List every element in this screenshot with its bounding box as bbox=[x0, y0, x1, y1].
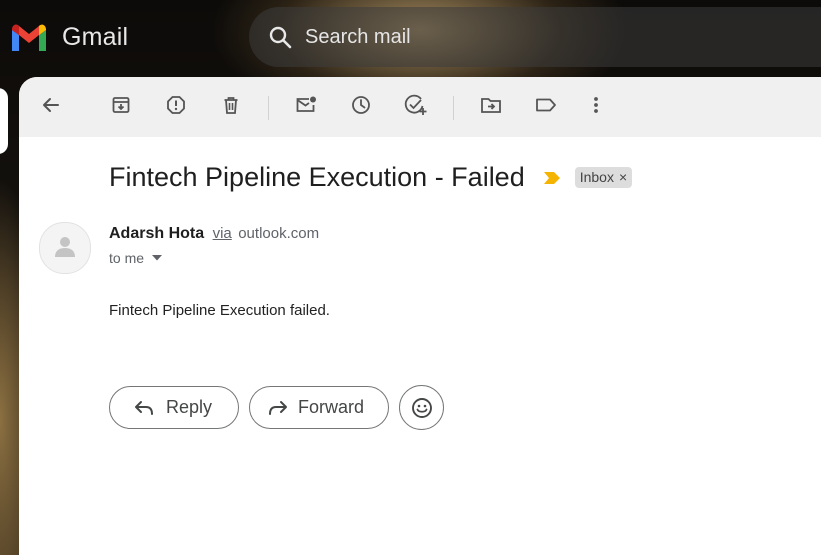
default-person-icon bbox=[52, 233, 78, 264]
emoji-reaction-button[interactable] bbox=[399, 385, 444, 430]
message-panel: Fintech Pipeline Execution - Failed Inbo… bbox=[19, 77, 821, 555]
message-body: Fintech Pipeline Execution failed. bbox=[109, 302, 330, 319]
forward-label: Forward bbox=[298, 397, 365, 417]
gmail-logo[interactable]: Gmail bbox=[10, 22, 128, 52]
subject-title: Fintech Pipeline Execution - Failed bbox=[109, 162, 525, 192]
add-to-tasks-button[interactable] bbox=[399, 90, 433, 124]
snooze-icon bbox=[351, 95, 371, 120]
reply-icon bbox=[134, 400, 154, 416]
message-toolbar bbox=[19, 77, 821, 137]
reply-label: Reply bbox=[166, 397, 213, 417]
avatar[interactable] bbox=[39, 222, 91, 274]
move-to-icon bbox=[480, 95, 502, 120]
subject-row: Fintech Pipeline Execution - Failed Inbo… bbox=[109, 162, 633, 193]
label-icon bbox=[535, 95, 557, 120]
more-button[interactable] bbox=[579, 90, 613, 124]
sender-line: Adarsh Hota via outlook.com bbox=[109, 225, 319, 243]
side-panel-edge bbox=[0, 88, 8, 154]
move-to-button[interactable] bbox=[474, 90, 508, 124]
recipient-text: to me bbox=[109, 250, 145, 266]
via-link[interactable]: via bbox=[213, 225, 232, 242]
reply-button[interactable]: Reply bbox=[109, 386, 239, 429]
archive-icon bbox=[111, 95, 131, 120]
sender-name[interactable]: Adarsh Hota bbox=[109, 225, 204, 242]
back-arrow-icon bbox=[41, 95, 61, 120]
delete-icon bbox=[221, 95, 241, 120]
report-spam-button[interactable] bbox=[159, 90, 193, 124]
mark-unread-button[interactable] bbox=[289, 90, 323, 124]
remove-label-icon[interactable]: × bbox=[619, 169, 627, 185]
app-name: Gmail bbox=[62, 22, 129, 51]
emoji-reaction-icon bbox=[411, 397, 433, 419]
toolbar-divider bbox=[453, 96, 454, 120]
importance-marker-icon[interactable] bbox=[543, 171, 561, 185]
search-icon[interactable] bbox=[267, 24, 293, 50]
add-task-icon bbox=[404, 94, 428, 121]
forward-button[interactable]: Forward bbox=[249, 386, 389, 429]
mark-unread-icon bbox=[295, 95, 317, 120]
archive-button[interactable] bbox=[104, 90, 138, 124]
gmail-m-icon bbox=[10, 22, 48, 52]
search-input[interactable] bbox=[303, 24, 707, 50]
more-vert-icon bbox=[593, 96, 599, 119]
chevron-down-icon[interactable] bbox=[152, 255, 163, 261]
delete-button[interactable] bbox=[214, 90, 248, 124]
toolbar-divider bbox=[268, 96, 269, 120]
search-bar[interactable] bbox=[249, 7, 821, 67]
via-domain: outlook.com bbox=[238, 225, 320, 242]
report-spam-icon bbox=[166, 95, 186, 120]
inbox-label-chip[interactable]: Inbox × bbox=[574, 167, 633, 188]
back-button[interactable] bbox=[34, 90, 68, 124]
snooze-button[interactable] bbox=[344, 90, 378, 124]
forward-icon bbox=[268, 400, 288, 416]
recipient-line[interactable]: to me bbox=[109, 250, 163, 266]
label-chip-text: Inbox bbox=[579, 169, 614, 185]
labels-button[interactable] bbox=[529, 90, 563, 124]
top-bar: Gmail bbox=[0, 0, 821, 76]
